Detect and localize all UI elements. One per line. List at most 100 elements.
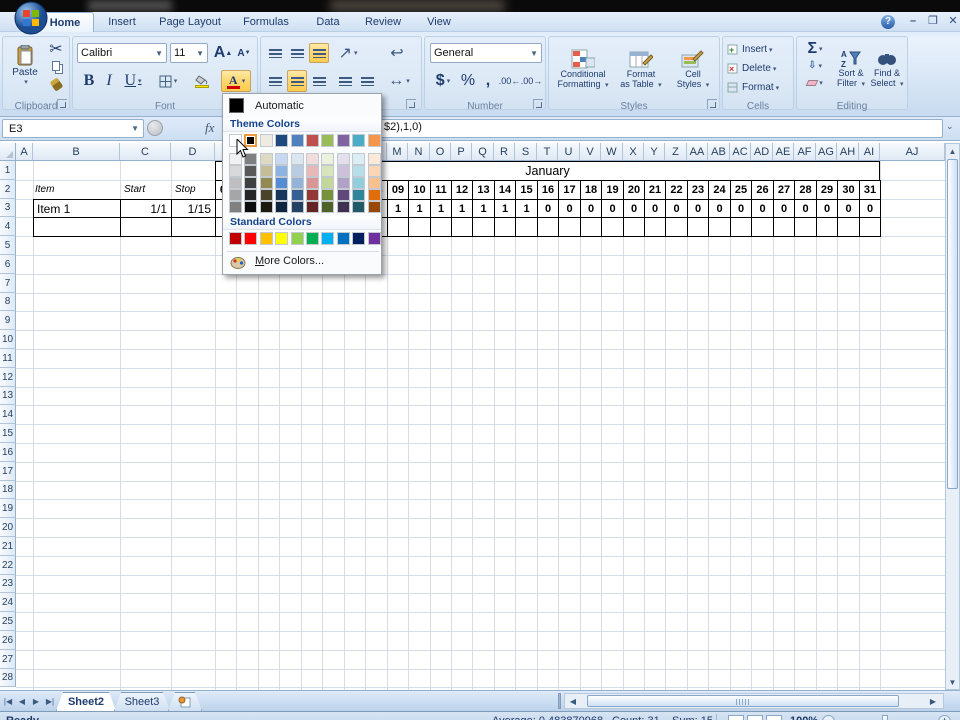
bottom-align-button[interactable] bbox=[309, 43, 329, 63]
row-header-16[interactable]: 16 bbox=[0, 443, 16, 462]
automatic-color-swatch[interactable] bbox=[229, 98, 244, 113]
column-header-D[interactable]: D bbox=[171, 143, 215, 161]
cell-day-header[interactable]: 27 bbox=[773, 180, 795, 200]
theme-variant-swatch-E4DFEC[interactable] bbox=[336, 153, 350, 165]
cell-day-header[interactable]: 14 bbox=[494, 180, 516, 200]
theme-variant-swatch-76933C[interactable] bbox=[321, 189, 335, 201]
column-header-X[interactable]: X bbox=[623, 143, 644, 161]
cell-day-header[interactable]: 28 bbox=[794, 180, 817, 200]
cell-empty[interactable] bbox=[773, 217, 795, 237]
sort-filter-button[interactable]: AZ Sort & Filter ▾ bbox=[833, 40, 869, 96]
theme-variant-swatch-CCC0DA[interactable] bbox=[336, 165, 350, 177]
cell-day-header[interactable]: 26 bbox=[751, 180, 774, 200]
scroll-up-icon[interactable]: ▲ bbox=[946, 144, 959, 158]
theme-variant-swatch-92CDDC[interactable] bbox=[352, 177, 366, 189]
cell-day-header[interactable]: 13 bbox=[472, 180, 495, 200]
close-button[interactable]: ✕ bbox=[944, 14, 960, 29]
scroll-right-icon[interactable]: ▶ bbox=[927, 695, 939, 707]
column-header-B[interactable]: B bbox=[33, 143, 120, 161]
row-header-5[interactable]: 5 bbox=[0, 236, 16, 255]
theme-variant-swatch-B1A0C7[interactable] bbox=[336, 177, 350, 189]
theme-variant-swatch-DDD9C3[interactable] bbox=[259, 153, 273, 165]
theme-variant-swatch-D9D9D9[interactable] bbox=[229, 165, 242, 177]
scroll-left-icon[interactable]: ◀ bbox=[567, 695, 579, 707]
standard-color-swatch-00B050[interactable] bbox=[306, 232, 319, 245]
theme-variant-swatch-17365D[interactable] bbox=[275, 189, 289, 201]
row-header-4[interactable]: 4 bbox=[0, 217, 16, 236]
horizontal-scrollbar-thumb[interactable] bbox=[587, 695, 899, 707]
column-header-W[interactable]: W bbox=[601, 143, 623, 161]
cell-day-value[interactable]: 0 bbox=[794, 199, 817, 218]
bold-button[interactable]: B bbox=[79, 70, 99, 92]
tab-formulas[interactable]: Formulas bbox=[234, 12, 298, 32]
cell-item1-start[interactable]: 1/1 bbox=[120, 199, 172, 218]
theme-variant-swatch-938953[interactable] bbox=[259, 177, 273, 189]
borders-button[interactable]: ▾ bbox=[153, 70, 183, 92]
column-header-AG[interactable]: AG bbox=[816, 143, 837, 161]
tab-view[interactable]: View bbox=[418, 12, 460, 32]
cell-empty[interactable] bbox=[816, 217, 838, 237]
styles-dialog-launcher[interactable] bbox=[707, 99, 717, 109]
cell-day-header[interactable]: 20 bbox=[623, 180, 645, 200]
increase-decimal-button[interactable]: .00← bbox=[499, 70, 521, 92]
cell-empty[interactable] bbox=[430, 217, 452, 237]
theme-variant-swatch-403151[interactable] bbox=[336, 201, 350, 213]
cell-empty[interactable] bbox=[558, 217, 581, 237]
column-header-C[interactable]: C bbox=[120, 143, 171, 161]
cell-day-header[interactable]: 30 bbox=[837, 180, 860, 200]
automatic-option[interactable]: Automatic bbox=[255, 98, 304, 114]
cell-day-value[interactable]: 0 bbox=[601, 199, 624, 218]
align-left-button[interactable] bbox=[265, 70, 285, 92]
insert-cells-button[interactable]: + Insert ▾ bbox=[727, 41, 791, 58]
cell-day-value[interactable]: 0 bbox=[644, 199, 666, 218]
cell-empty[interactable] bbox=[408, 217, 431, 237]
cell-day-header[interactable]: 15 bbox=[515, 180, 538, 200]
delete-cells-button[interactable]: × Delete ▾ bbox=[727, 60, 791, 77]
insert-worksheet-tab[interactable] bbox=[168, 692, 202, 711]
format-painter-button[interactable] bbox=[47, 76, 65, 92]
standard-color-swatch-002060[interactable] bbox=[352, 232, 366, 245]
theme-variant-swatch-C4D79B[interactable] bbox=[321, 177, 335, 189]
theme-variant-swatch-BFBFBF[interactable] bbox=[229, 177, 242, 189]
font-size-select[interactable]: 11 ▼ bbox=[170, 43, 208, 63]
theme-color-swatch-4F81BD[interactable] bbox=[290, 134, 304, 147]
cell-empty[interactable] bbox=[859, 217, 881, 237]
copy-button[interactable] bbox=[47, 58, 65, 74]
column-header-AE[interactable]: AE bbox=[773, 143, 794, 161]
shrink-font-button[interactable]: A ▼ bbox=[234, 43, 254, 63]
row-header-10[interactable]: 10 bbox=[0, 330, 16, 349]
grow-font-button[interactable]: A ▲ bbox=[212, 43, 234, 63]
column-header-R[interactable]: R bbox=[494, 143, 515, 161]
theme-variant-swatch-1D1B10[interactable] bbox=[259, 201, 273, 213]
cell-day-value[interactable]: 0 bbox=[751, 199, 774, 218]
sheet-tab-sheet2[interactable]: Sheet2 bbox=[56, 692, 116, 711]
column-header-O[interactable]: O bbox=[430, 143, 451, 161]
theme-color-swatch-EEECE1[interactable] bbox=[259, 134, 273, 147]
theme-variant-swatch-404040[interactable] bbox=[244, 177, 258, 189]
theme-variant-swatch-0D0D0D[interactable] bbox=[244, 201, 258, 213]
theme-variant-swatch-D7E4BC[interactable] bbox=[321, 165, 335, 177]
cell-item1-stop[interactable]: 1/15 bbox=[171, 199, 216, 218]
theme-variant-swatch-262626[interactable] bbox=[244, 189, 258, 201]
theme-color-swatch-4BACC6[interactable] bbox=[352, 134, 366, 147]
theme-variant-swatch-B6DDE8[interactable] bbox=[352, 165, 366, 177]
column-header-A[interactable]: A bbox=[16, 143, 33, 161]
cell-day-value[interactable]: 1 bbox=[387, 199, 409, 218]
standard-color-swatch-00B0F0[interactable] bbox=[321, 232, 335, 245]
merge-center-button[interactable]: ↔ ▾ bbox=[383, 70, 415, 92]
more-colors-option[interactable]: More Colors... bbox=[223, 252, 383, 274]
theme-variant-swatch-8DB3E2[interactable] bbox=[275, 165, 289, 177]
decrease-decimal-button[interactable]: .00→ bbox=[521, 70, 543, 92]
row-header-13[interactable]: 13 bbox=[0, 387, 16, 405]
cell-day-value[interactable]: 0 bbox=[816, 199, 838, 218]
cell-day-value[interactable]: 0 bbox=[687, 199, 709, 218]
cell-day-header[interactable]: 21 bbox=[644, 180, 666, 200]
theme-color-swatch-9BBB59[interactable] bbox=[321, 134, 335, 147]
column-header-AA[interactable]: AA bbox=[687, 143, 708, 161]
cell-empty[interactable] bbox=[687, 217, 709, 237]
column-header-T[interactable]: T bbox=[537, 143, 558, 161]
prev-sheet-button[interactable]: ◀ bbox=[16, 694, 28, 708]
column-header-Q[interactable]: Q bbox=[472, 143, 494, 161]
cell-styles-button[interactable]: Cell Styles ▾ bbox=[669, 40, 717, 98]
cell-empty[interactable] bbox=[537, 217, 559, 237]
